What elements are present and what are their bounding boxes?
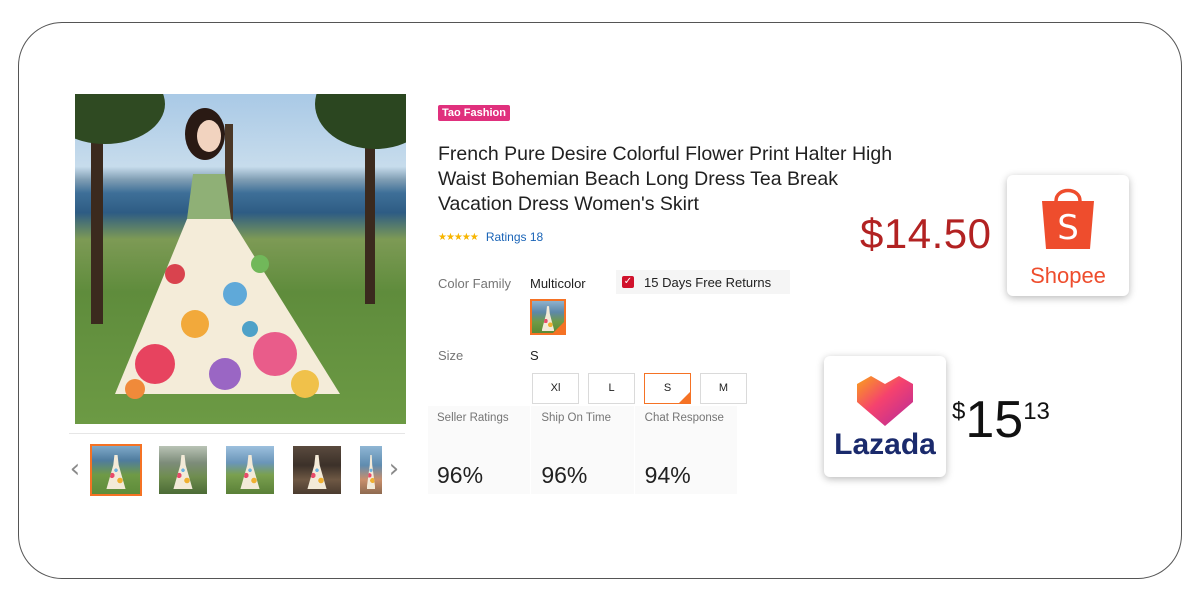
lazada-heart-icon [857,376,913,426]
size-option-l[interactable]: L [588,373,635,404]
selected-corner-icon [553,322,564,333]
product-main-image[interactable] [75,94,406,424]
metric-value: 96% [437,462,484,488]
lazada-logo[interactable]: Lazada [824,356,946,477]
metric-label: Seller Ratings [437,412,509,424]
gallery-thumbnail[interactable] [157,444,209,496]
gallery-thumbnail[interactable] [358,444,384,496]
metric-value: 96% [541,462,588,488]
ratings-link[interactable]: Ratings 18 [486,230,543,244]
lazada-price-integer: 15 [965,391,1024,449]
lazada-price-cents: 13 [1023,398,1050,425]
shopee-bag-icon: S [1042,188,1094,249]
chat-response-metric: Chat Response 94% [635,406,738,494]
size-option-xl[interactable]: Xl [532,373,579,404]
gallery-thumbnail[interactable] [291,444,343,496]
size-option-m[interactable]: M [700,373,747,404]
size-label: Size [438,348,464,363]
seller-metrics: Seller Ratings 96% Ship On Time 96% Chat… [428,406,738,494]
gallery-thumbnail[interactable] [224,444,276,496]
star-rating-icon: ★★★★★ [438,231,479,243]
gallery-divider [69,433,405,434]
metric-label: Ship On Time [541,412,611,424]
free-returns-text: 15 Days Free Returns [644,274,772,290]
ship-on-time-metric: Ship On Time 96% [531,406,635,494]
metric-label: Chat Response [644,412,724,424]
beach-dress-photo [75,94,406,399]
checkbox-icon: ✓ [622,276,634,288]
size-option-s-label: S [663,382,672,394]
gallery-thumbnails [90,444,384,496]
gallery-next-button[interactable]: › [387,455,401,483]
color-family-label: Color Family [438,276,511,291]
shopee-wordmark: Shopee [1030,263,1106,288]
lazada-price-currency: $ [952,398,966,425]
selected-corner-icon [679,392,690,403]
color-family-value: Multicolor [530,276,586,291]
lazada-price: $ 15 13 [952,392,1050,448]
rating-row: ★★★★★ Ratings 18 [438,230,543,244]
lazada-wordmark: Lazada [834,428,936,461]
shopee-logo[interactable]: S Shopee [1007,175,1129,296]
free-returns-badge: ✓ 15 Days Free Returns [616,270,790,294]
product-title: French Pure Desire Colorful Flower Print… [438,143,893,215]
shopee-price: $14.50 [860,210,992,257]
shopee-letter: S [1057,208,1079,248]
brand-tag[interactable]: Tao Fashion [438,105,510,121]
size-option-s[interactable]: S [644,373,691,404]
size-value: S [530,348,539,363]
size-options: Xl L S M [532,373,747,404]
gallery-thumbnail[interactable] [90,444,142,496]
color-swatch-multicolor[interactable] [530,299,566,335]
seller-ratings-metric: Seller Ratings 96% [428,406,532,494]
metric-value: 94% [644,462,691,488]
gallery-prev-button[interactable]: ‹ [68,455,82,483]
